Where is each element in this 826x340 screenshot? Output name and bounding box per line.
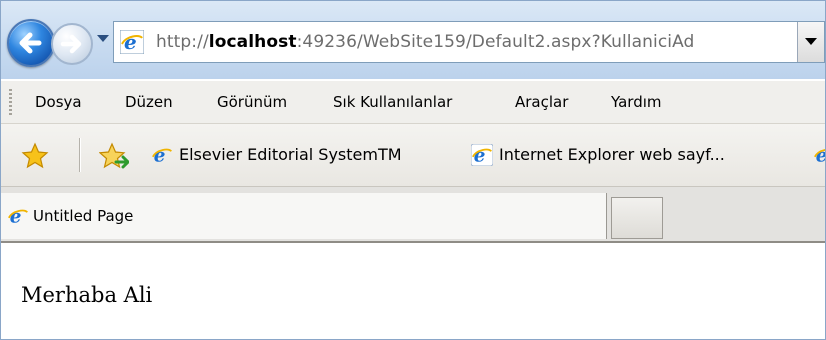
favorite-link-elsevier[interactable]: e Elsevier Editorial SystemTM [151,144,451,168]
svg-text:e: e [154,145,166,166]
new-tab-button[interactable] [611,197,663,239]
forward-arrow-icon [60,34,82,54]
toolbar-grip[interactable] [9,89,12,115]
url-host: localhost [208,32,297,52]
url-text[interactable]: http://localhost:49236/WebSite159/Defaul… [156,32,694,52]
favorite-label: Elsevier Editorial SystemTM [179,145,402,164]
address-dropdown-button[interactable] [797,22,824,62]
url-path: :49236/WebSite159/Default2.aspx?Kullanic… [296,32,695,52]
back-arrow-icon [19,32,42,54]
tab-bar: e Untitled Page [1,187,825,243]
url-scheme: http:// [156,32,209,52]
address-toolbar: e http://localhost:49236/WebSite159/Defa… [1,1,825,79]
favorites-separator [79,138,81,172]
menu-tools[interactable]: Araçlar [515,93,568,111]
internet-explorer-icon: e [471,144,493,166]
svg-text:e: e [10,206,22,227]
greeting-text: Merhaba Ali [21,283,153,307]
menu-bar: Dosya Düzen Görünüm Sık Kullanılanlar Ar… [1,81,825,124]
page-content: Merhaba Ali [1,243,825,339]
menu-view[interactable]: Görünüm [217,93,287,111]
favorites-bar: e Elsevier Editorial SystemTM e Internet… [1,124,825,187]
tab-untitled-page[interactable]: e Untitled Page [1,193,607,239]
svg-text:e: e [124,30,137,54]
star-icon[interactable] [21,142,49,170]
address-bar[interactable]: e http://localhost:49236/WebSite159/Defa… [113,21,825,63]
svg-text:e: e [474,145,486,166]
internet-explorer-icon: e [152,145,172,166]
internet-explorer-icon[interactable]: e [813,144,826,166]
recent-pages-dropdown[interactable] [97,35,109,42]
menu-favorites[interactable]: Sık Kullanılanlar [333,93,452,111]
back-button[interactable] [7,19,55,67]
internet-explorer-icon: e [8,206,28,227]
tab-title: Untitled Page [33,207,134,225]
favorite-link-ie-web[interactable]: e Internet Explorer web sayf... [471,144,801,168]
browser-window: e http://localhost:49236/WebSite159/Defa… [0,0,826,340]
add-favorite-icon[interactable] [99,142,129,170]
internet-explorer-icon: e [120,30,144,54]
favorite-label: Internet Explorer web sayf... [499,145,725,164]
forward-button[interactable] [51,23,93,65]
menu-file[interactable]: Dosya [35,93,82,111]
menu-edit[interactable]: Düzen [125,93,173,111]
menu-help[interactable]: Yardım [611,93,662,111]
svg-text:e: e [816,145,826,166]
